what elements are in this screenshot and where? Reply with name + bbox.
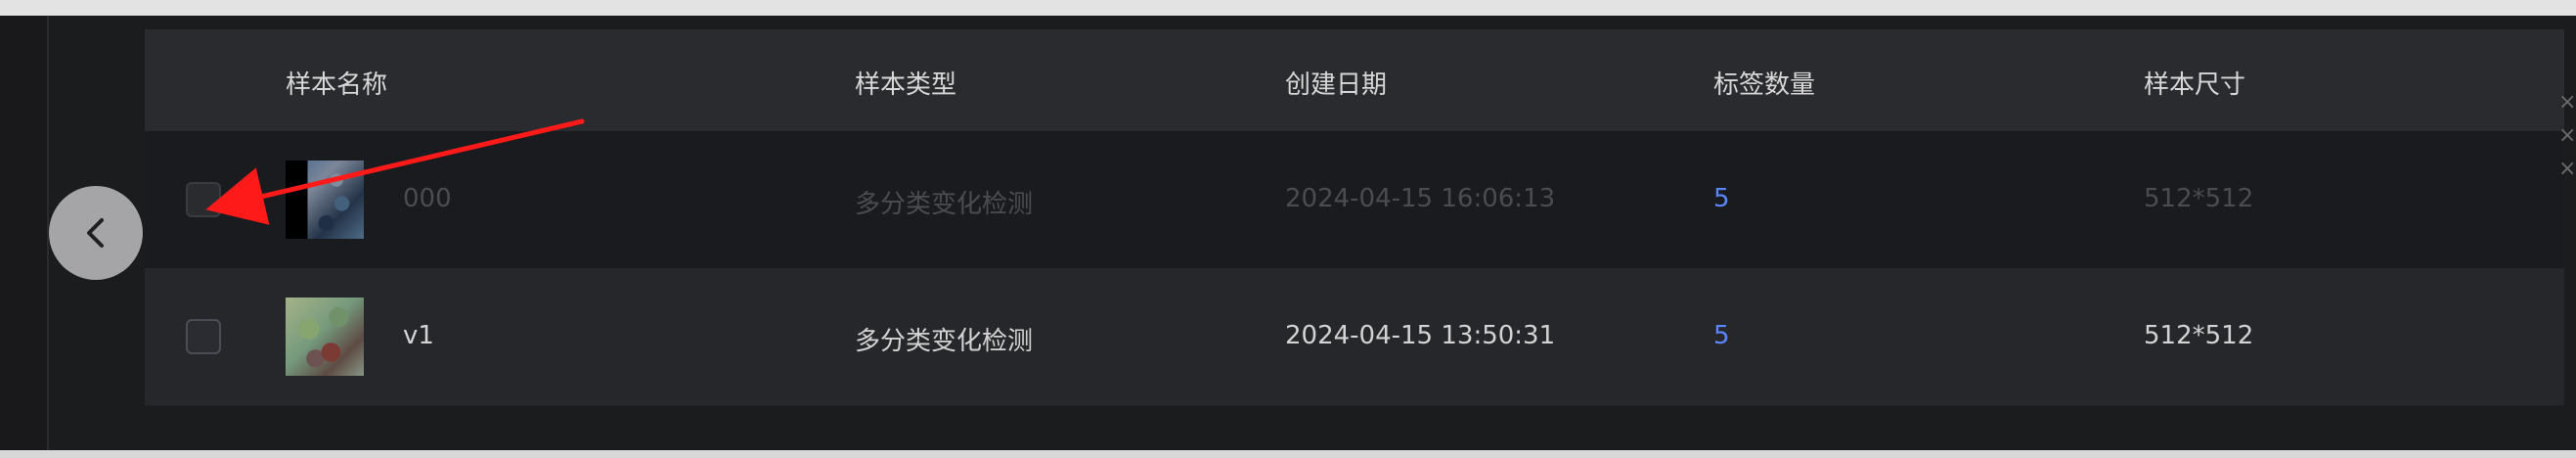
top-window-strip <box>0 0 2576 16</box>
column-header-sample-type: 样本类型 <box>855 70 957 100</box>
chevron-left-icon <box>87 218 104 248</box>
sample-thumbnail <box>286 298 364 376</box>
column-header-sample-size: 样本尺寸 <box>2144 70 2246 100</box>
sample-thumbnail <box>286 160 364 239</box>
sample-type: 多分类变化检测 <box>855 190 1034 219</box>
sample-table: 样本名称 样本类型 创建日期 标签数量 样本尺寸 000 多分类变化检测 202… <box>145 29 2564 406</box>
close-icon[interactable]: × <box>2558 153 2576 186</box>
created-date: 2024-04-15 16:06:13 <box>1285 184 1556 213</box>
right-edge-controls: × × × <box>2558 86 2576 194</box>
column-header-sample-name: 样本名称 <box>286 70 388 100</box>
row-checkbox[interactable] <box>186 319 221 354</box>
table-row[interactable]: 000 多分类变化检测 2024-04-15 16:06:13 5 512*51… <box>145 131 2564 268</box>
close-icon[interactable]: × <box>2558 119 2576 153</box>
column-header-created-date: 创建日期 <box>1285 70 1388 100</box>
tag-count[interactable]: 5 <box>1713 184 1730 213</box>
sample-name: 000 <box>403 184 452 213</box>
table-row[interactable]: v1 多分类变化检测 2024-04-15 13:50:31 5 512*512 <box>145 268 2564 405</box>
sample-name: v1 <box>403 321 434 350</box>
close-icon[interactable]: × <box>2558 86 2576 119</box>
sample-size: 512*512 <box>2144 321 2254 350</box>
table-header: 样本名称 样本类型 创建日期 标签数量 样本尺寸 <box>145 29 2564 131</box>
column-header-tag-count: 标签数量 <box>1713 70 1816 100</box>
sample-type: 多分类变化检测 <box>855 327 1034 356</box>
sample-size: 512*512 <box>2144 184 2254 213</box>
left-navigation-pane <box>0 16 49 450</box>
created-date: 2024-04-15 13:50:31 <box>1285 321 1556 350</box>
sample-list-screen: 样本名称 样本类型 创建日期 标签数量 样本尺寸 000 多分类变化检测 202… <box>0 0 2576 458</box>
bottom-window-strip <box>0 450 2576 458</box>
tag-count[interactable]: 5 <box>1713 321 1730 350</box>
back-button[interactable] <box>49 186 143 280</box>
row-checkbox[interactable] <box>186 182 221 217</box>
